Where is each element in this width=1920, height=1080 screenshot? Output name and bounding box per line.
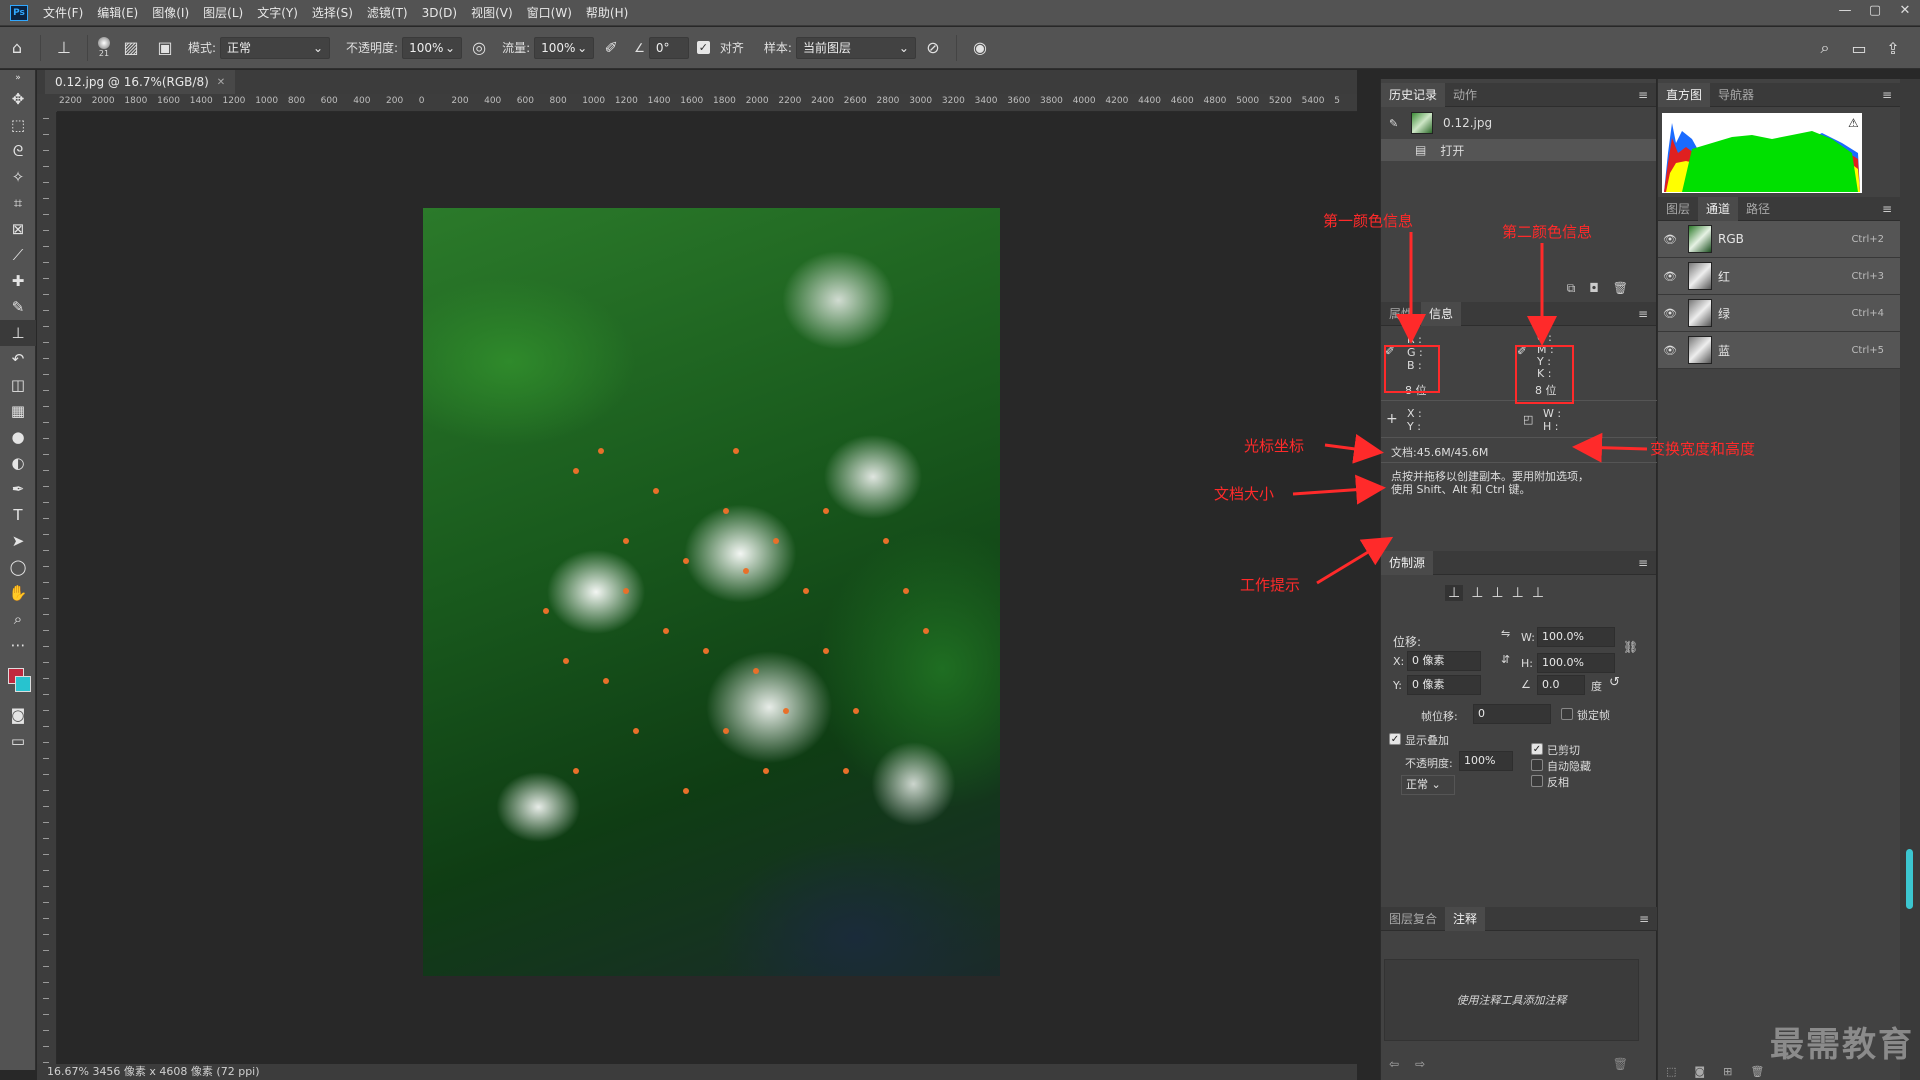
arrow-doc-size [1292, 474, 1386, 505]
arrow-cursor-coords [1324, 433, 1384, 464]
arrow-work-hint [1316, 536, 1394, 585]
arrow-transform-size [1572, 432, 1648, 463]
annotation-arrows [1292, 232, 1648, 585]
